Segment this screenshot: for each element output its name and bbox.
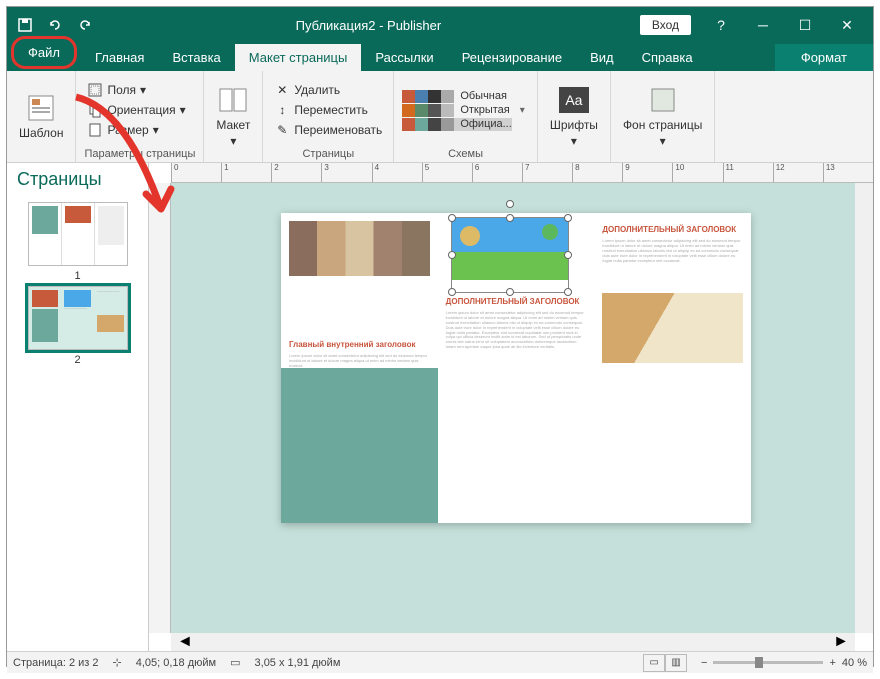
zoom-slider[interactable]: [713, 661, 823, 664]
background-button[interactable]: Фон страницы ▾: [619, 82, 706, 150]
schemes-more[interactable]: ▾: [516, 105, 529, 116]
margins-icon: [87, 82, 103, 98]
tab-file[interactable]: Файл: [11, 36, 77, 69]
view-single[interactable]: ▭: [643, 654, 665, 672]
zoom-out[interactable]: −: [701, 657, 707, 669]
template-button[interactable]: Шаблон: [15, 90, 67, 142]
column-3: ДОПОЛНИТЕЛЬНЫЙ ЗАГОЛОВОК Lorem ipsum dol…: [594, 213, 751, 523]
help-icon[interactable]: ?: [701, 11, 741, 39]
layout-icon: [217, 84, 249, 116]
size-icon: [87, 122, 103, 138]
tab-format[interactable]: Формат: [775, 44, 873, 71]
group-pages: ✕Удалить ↕Переместить ✎Переименовать Стр…: [263, 71, 394, 162]
save-icon[interactable]: [13, 13, 37, 37]
scrollbar-vertical[interactable]: [855, 183, 873, 633]
handle-se[interactable]: [564, 288, 572, 296]
titlebar: Публикация2 - Publisher Вход ? ─ ☐ ✕: [7, 7, 873, 43]
window-title: Публикация2 - Publisher: [97, 18, 640, 33]
group-page-params: Поля ▾ Ориентация ▾ Размер ▾ Параметры с…: [76, 71, 204, 162]
orientation-icon: [87, 102, 103, 118]
book-image: [602, 293, 743, 363]
page-thumbnail-1[interactable]: [28, 202, 128, 266]
delete-page-button[interactable]: ✕Удалить: [271, 81, 385, 99]
view-spread[interactable]: ▥: [665, 654, 687, 672]
handle-s[interactable]: [506, 288, 514, 296]
margins-button[interactable]: Поля ▾: [84, 81, 188, 99]
workspace: Страницы 1 ──────── ──────── 2 012345678…: [7, 163, 873, 651]
tab-mailings[interactable]: Рассылки: [361, 44, 447, 71]
fonts-button[interactable]: Aa Шрифты ▾: [546, 82, 602, 150]
handle-sw[interactable]: [448, 288, 456, 296]
ruler-vertical: [149, 183, 171, 633]
app-window: Публикация2 - Publisher Вход ? ─ ☐ ✕ Фай…: [6, 6, 874, 667]
column-1: Главный внутренний заголовок Lorem ipsum…: [281, 213, 438, 523]
pages-panel: Страницы 1 ──────── ──────── 2: [7, 163, 149, 651]
page-params-label: Параметры страницы: [84, 146, 195, 160]
tab-view[interactable]: Вид: [576, 44, 628, 71]
handle-w[interactable]: [448, 251, 456, 259]
library-image: [289, 221, 430, 276]
undo-icon[interactable]: [43, 13, 67, 37]
status-page: Страница: 2 из 2: [13, 657, 99, 669]
tab-help[interactable]: Справка: [628, 44, 707, 71]
scheme-open[interactable]: Открытая: [402, 104, 511, 117]
close-icon[interactable]: ✕: [827, 11, 867, 39]
rotation-handle[interactable]: [506, 200, 514, 208]
tab-page-layout[interactable]: Макет страницы: [235, 44, 362, 71]
position-icon: ⊹: [113, 656, 122, 669]
handle-e[interactable]: [564, 251, 572, 259]
fonts-icon: Aa: [558, 84, 590, 116]
maximize-icon[interactable]: ☐: [785, 11, 825, 39]
statusbar: Страница: 2 из 2 ⊹ 4,05; 0,18 дюйм ▭ 3,0…: [7, 651, 873, 673]
template-icon: [25, 92, 57, 124]
pages-group-label: Страницы: [271, 146, 385, 160]
handle-n[interactable]: [506, 214, 514, 222]
size-icon: ▭: [230, 656, 240, 669]
scheme-normal[interactable]: Обычная: [402, 90, 511, 103]
move-page-button[interactable]: ↕Переместить: [271, 101, 385, 119]
tab-home[interactable]: Главная: [81, 44, 158, 71]
group-schemes: Обычная Открытая Официа... ▾ Схемы: [394, 71, 538, 162]
minimize-icon[interactable]: ─: [743, 11, 783, 39]
canvas[interactable]: Главный внутренний заголовок Lorem ipsum…: [171, 183, 855, 633]
page-thumbnail-2[interactable]: ──────── ────────: [28, 286, 128, 350]
tab-insert[interactable]: Вставка: [158, 44, 234, 71]
ruler-horizontal: 012345678910111213: [171, 163, 873, 183]
tab-review[interactable]: Рецензирование: [448, 44, 576, 71]
canvas-area: 012345678910111213 Главный внутренний за…: [149, 163, 873, 651]
group-template: Шаблон: [7, 71, 76, 162]
size-button[interactable]: Размер ▾: [84, 121, 188, 139]
template-label: Шаблон: [19, 126, 63, 140]
selected-image[interactable]: [451, 217, 569, 293]
group-fonts: Aa Шрифты ▾: [538, 71, 611, 162]
delete-icon: ✕: [274, 82, 290, 98]
ribbon-tabs: Файл Главная Вставка Макет страницы Расс…: [7, 43, 873, 71]
status-size: 3,05 x 1,91 дюйм: [255, 657, 341, 669]
rename-icon: ✎: [274, 122, 290, 138]
schemes-label: Схемы: [402, 146, 529, 160]
background-icon: [647, 84, 679, 116]
orientation-button[interactable]: Ориентация ▾: [84, 101, 188, 119]
group-layout: Макет ▾: [204, 71, 263, 162]
handle-ne[interactable]: [564, 214, 572, 222]
redo-icon[interactable]: [73, 13, 97, 37]
login-button[interactable]: Вход: [640, 15, 691, 35]
handle-nw[interactable]: [448, 214, 456, 222]
layout-button[interactable]: Макет ▾: [212, 82, 254, 150]
scrollbar-horizontal[interactable]: ◄►: [171, 633, 855, 651]
panel-title: Страницы: [7, 163, 148, 196]
zoom-in[interactable]: +: [829, 657, 835, 669]
move-icon: ↕: [274, 102, 290, 118]
window-controls: ? ─ ☐ ✕: [701, 11, 867, 39]
quick-access-toolbar: [13, 13, 97, 37]
status-coords: 4,05; 0,18 дюйм: [136, 657, 216, 669]
ribbon: Шаблон Поля ▾ Ориентация ▾ Размер ▾ Пара…: [7, 71, 873, 163]
zoom-value[interactable]: 40 %: [842, 657, 867, 669]
rename-page-button[interactable]: ✎Переименовать: [271, 121, 385, 139]
group-background: Фон страницы ▾: [611, 71, 715, 162]
scheme-official[interactable]: Официа...: [402, 118, 511, 131]
